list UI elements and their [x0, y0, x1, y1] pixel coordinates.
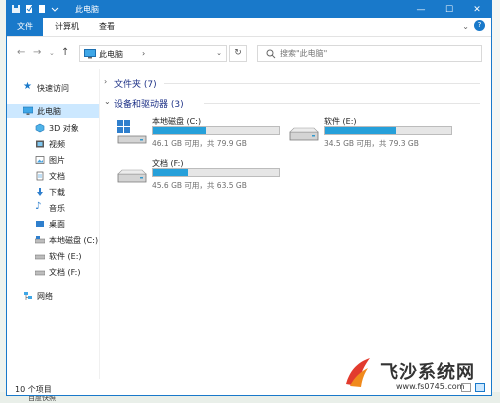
desktop-icon — [36, 221, 44, 227]
item-count: 10 个项目 — [15, 385, 52, 394]
back-arrow-icon[interactable]: ← — [17, 47, 25, 58]
flying-sand-logo — [346, 358, 370, 387]
chevron-right-icon: › — [104, 77, 108, 86]
drive-usage-bar — [152, 168, 280, 177]
title-bar: 此电脑 — ☐ ✕ — [7, 1, 491, 18]
sidebar-item-videos[interactable]: 视频 — [7, 137, 99, 151]
video-icon — [36, 140, 44, 148]
picture-icon — [35, 156, 45, 164]
site-watermark: 飞沙系统网 www.fs0745.com — [340, 352, 500, 402]
search-box[interactable] — [257, 45, 482, 62]
drive-usage-fill — [153, 169, 189, 176]
drive-free-space: 34.5 GB 可用，共 79.3 GB — [324, 139, 419, 148]
download-icon — [37, 188, 43, 196]
sidebar-item-quick-access[interactable]: ★ 快速访问 — [7, 81, 99, 95]
tab-computer[interactable]: 计算机 — [55, 18, 79, 36]
tab-file[interactable]: 文件 — [7, 18, 43, 36]
sidebar-item-drive-c[interactable]: 本地磁盘 (C:) — [7, 233, 99, 247]
address-bar-row: ← → ⌄ ↑ 此电脑 › ⌄ ↻ — [7, 37, 491, 67]
group-devices[interactable]: ⌄ 设备和驱动器 (3) — [104, 96, 484, 110]
music-icon: ♪ — [35, 201, 42, 212]
group-divider — [164, 83, 480, 84]
window-title: 此电脑 — [75, 5, 99, 14]
group-divider — [204, 103, 480, 104]
new-folder-icon[interactable] — [37, 4, 47, 14]
search-icon — [266, 49, 276, 59]
search-input[interactable] — [280, 48, 470, 59]
watermark-url: www.fs0745.com — [396, 382, 465, 391]
drive-tile-e[interactable]: 软件 (E:) 34.5 GB 可用，共 79.3 GB — [288, 116, 458, 152]
quick-access-dropdown-icon[interactable] — [50, 4, 60, 14]
tab-view[interactable]: 查看 — [99, 18, 115, 36]
group-devices-title: 设备和驱动器 (3) — [114, 100, 184, 110]
breadcrumb-separator[interactable]: › — [142, 49, 145, 58]
sidebar-item-downloads[interactable]: 下载 — [7, 185, 99, 199]
star-icon: ★ — [23, 81, 32, 92]
drive-tile-f[interactable]: 文档 (F:) 45.6 GB 可用，共 63.5 GB — [116, 158, 286, 194]
sidebar-item-3d-objects[interactable]: 3D 对象 — [7, 121, 99, 135]
group-folders-title: 文件夹 (7) — [114, 80, 157, 90]
watermark-brand: 飞沙系统网 — [380, 362, 475, 383]
explorer-window: 此电脑 — ☐ ✕ 文件 计算机 查看 ⌄ ? ← → ⌄ ↑ 此电脑 › ⌄ … — [6, 0, 492, 396]
sidebar-item-desktop[interactable]: 桌面 — [7, 217, 99, 231]
windows-drive-icon — [117, 120, 147, 144]
save-icon[interactable] — [11, 4, 21, 14]
drive-usage-fill — [153, 127, 206, 134]
computer-icon — [84, 49, 96, 59]
sidebar-item-network[interactable]: 网络 — [7, 289, 99, 303]
breadcrumb[interactable]: 此电脑 — [99, 49, 123, 60]
sidebar-item-pictures[interactable]: 图片 — [7, 153, 99, 167]
3d-objects-icon — [35, 123, 45, 133]
drive-usage-bar — [152, 126, 280, 135]
sidebar-item-music[interactable]: ♪ 音乐 — [7, 201, 99, 215]
sidebar-item-drive-e[interactable]: 软件 (E:) — [7, 249, 99, 263]
sidebar-item-drive-f[interactable]: 文档 (F:) — [7, 265, 99, 279]
drive-free-space: 45.6 GB 可用，共 63.5 GB — [152, 181, 247, 190]
close-button[interactable]: ✕ — [463, 1, 491, 18]
drive-icon — [35, 254, 45, 260]
sidebar-item-documents[interactable]: 文档 — [7, 169, 99, 183]
recent-locations-icon[interactable]: ⌄ — [49, 49, 55, 57]
drive-icon — [35, 236, 45, 244]
refresh-button[interactable]: ↻ — [229, 45, 247, 62]
drive-icon — [289, 127, 319, 141]
address-dropdown-icon[interactable]: ⌄ — [216, 49, 222, 57]
minimize-button[interactable]: — — [407, 1, 435, 18]
up-arrow-icon[interactable]: ↑ — [61, 47, 69, 58]
drive-usage-bar — [324, 126, 452, 135]
ribbon-tabs: 文件 计算机 查看 ⌄ ? — [7, 18, 491, 37]
maximize-button[interactable]: ☐ — [435, 1, 463, 18]
group-folders[interactable]: › 文件夹 (7) — [104, 76, 484, 90]
drive-icon — [117, 169, 147, 183]
computer-icon — [23, 106, 33, 115]
drive-icon — [35, 270, 45, 276]
network-icon — [24, 292, 32, 300]
drive-free-space: 46.1 GB 可用，共 79.9 GB — [152, 139, 247, 148]
properties-icon[interactable] — [24, 4, 34, 14]
content-pane: › 文件夹 (7) ⌄ 设备和驱动器 (3) 本地磁盘 (C:) 46.1 GB… — [100, 69, 490, 379]
chevron-down-icon: ⌄ — [104, 97, 111, 106]
forward-arrow-icon[interactable]: → — [33, 47, 41, 58]
chevron-down-icon[interactable]: ⌄ — [462, 22, 469, 31]
navigation-pane: ★ 快速访问 此电脑 3D 对象 视频 图片 文档 下载 ♪ 音乐 桌面 本地磁… — [7, 71, 99, 379]
address-field[interactable]: 此电脑 › ⌄ — [79, 45, 227, 62]
drive-usage-fill — [325, 127, 396, 134]
help-icon[interactable]: ? — [474, 20, 485, 31]
document-icon — [36, 171, 44, 181]
sidebar-item-this-pc[interactable]: 此电脑 — [7, 104, 99, 118]
drive-tile-c[interactable]: 本地磁盘 (C:) 46.1 GB 可用，共 79.9 GB — [116, 116, 286, 152]
